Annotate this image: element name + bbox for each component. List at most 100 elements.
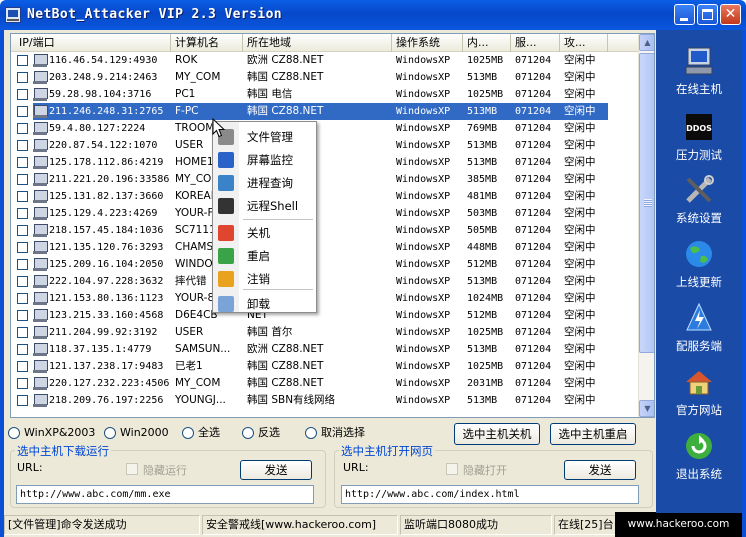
- vertical-scrollbar[interactable]: ▲ ▼: [638, 34, 654, 417]
- computer-icon: [33, 394, 48, 407]
- row-checkbox[interactable]: [17, 140, 28, 151]
- toolbar-computer[interactable]: 在线主机: [656, 45, 742, 105]
- col-memory[interactable]: 内...: [463, 34, 511, 52]
- radio-button[interactable]: [8, 427, 20, 439]
- minimize-button[interactable]: [674, 4, 695, 25]
- row-checkbox[interactable]: [17, 259, 28, 270]
- table-row[interactable]: 220.127.232.223:4506 MY_COM 韩国 CZ88.NET Win…: [11, 375, 638, 392]
- table-row[interactable]: 59.4.80.127:2224 TROOM- WindowsXP 769MB 0712…: [11, 120, 638, 137]
- scroll-thumb[interactable]: [639, 53, 654, 353]
- hide-run-checkbox[interactable]: [126, 463, 138, 475]
- cell-atk: 空闲中: [564, 360, 596, 372]
- table-row[interactable]: 220.87.54.122:1070USERNETWindowsXP513MB0…: [11, 137, 638, 154]
- toolbar-globe[interactable]: 上线更新: [656, 238, 742, 298]
- table-row[interactable]: 218.157.45.184:1036SC7111NETWindowsXP505…: [11, 222, 638, 239]
- row-checkbox[interactable]: [17, 293, 28, 304]
- table-row[interactable]: 203.248.9.214:2463 MY_COM 韩国 CZ88.NET Windo…: [11, 69, 638, 86]
- col-computer-name[interactable]: 计算机名: [171, 34, 243, 52]
- toolbar-tools[interactable]: 系统设置: [656, 174, 742, 234]
- menu-item-monitor[interactable]: 屏幕监控: [213, 149, 316, 171]
- toolbar-server-config[interactable]: 配服务端: [656, 302, 742, 362]
- row-checkbox[interactable]: [17, 157, 28, 168]
- row-checkbox[interactable]: [17, 208, 28, 219]
- menu-item-logoff[interactable]: 注销: [213, 268, 316, 290]
- table-row[interactable]: 211.246.248.31:2765 F-PC 韩国 CZ88.NET Window…: [11, 103, 638, 120]
- row-checkbox[interactable]: [17, 174, 28, 185]
- table-row[interactable]: 121.153.80.136:1123YOUR-8NETWindowsXP102…: [11, 290, 638, 307]
- table-row[interactable]: 125.131.82.137:3660KOREAN司WindowsXP481MB…: [11, 188, 638, 205]
- table-row[interactable]: 218.209.76.197:2256 YOUNGJ... 韩国 SBN有线网络 Wi…: [11, 392, 638, 409]
- restart-selected-button[interactable]: 选中主机重启: [550, 423, 636, 445]
- row-checkbox[interactable]: [17, 191, 28, 202]
- col-service[interactable]: 服...: [511, 34, 560, 52]
- radio-button[interactable]: [242, 427, 254, 439]
- menu-item-label: 文件管理: [247, 130, 293, 144]
- scroll-down-button[interactable]: ▼: [639, 400, 654, 417]
- row-checkbox[interactable]: [17, 276, 28, 287]
- table-row[interactable]: 121.137.238.17:9483 已老1 韩国 CZ88.NET Windows…: [11, 358, 638, 375]
- radio-button[interactable]: [182, 427, 194, 439]
- shutdown-selected-button[interactable]: 选中主机关机: [454, 423, 540, 445]
- open-url-input[interactable]: http://www.abc.com/index.html: [341, 485, 639, 504]
- col-region[interactable]: 所在地域: [243, 34, 392, 52]
- row-checkbox[interactable]: [17, 225, 28, 236]
- col-os[interactable]: 操作系统: [392, 34, 463, 52]
- row-checkbox[interactable]: [17, 361, 28, 372]
- cell-mem: 513MB: [467, 72, 498, 83]
- hide-open-label: 隐藏打开: [463, 464, 507, 477]
- table-row[interactable]: 211.204.99.92:3192 USER 韩国 首尔 WindowsXP 1025…: [11, 324, 638, 341]
- menu-item-shell[interactable]: 远程Shell: [213, 195, 316, 217]
- scroll-up-button[interactable]: ▲: [639, 34, 654, 51]
- row-checkbox[interactable]: [17, 310, 28, 321]
- row-checkbox[interactable]: [17, 106, 28, 117]
- table-row[interactable]: 125.129.4.223:4269YOUR-F司WindowsXP503MB0…: [11, 205, 638, 222]
- hide-open-checkbox[interactable]: [446, 463, 458, 475]
- row-checkbox[interactable]: [17, 123, 28, 134]
- cell-name: USER: [175, 326, 204, 338]
- download-url-input[interactable]: http://www.abc.com/mm.exe: [16, 485, 314, 504]
- maximize-button[interactable]: [697, 4, 718, 25]
- row-checkbox[interactable]: [17, 72, 28, 83]
- table-row[interactable]: 211.221.20.196:33586MY_COMNETWindowsXP38…: [11, 171, 638, 188]
- cell-svc: 071204: [515, 106, 552, 117]
- table-row[interactable]: 125.209.16.104:2050WINDOWNETWindowsXP512…: [11, 256, 638, 273]
- table-row[interactable]: 222.104.97.228:3632摔代错NETWindowsXP513MB0…: [11, 273, 638, 290]
- cell-ip: 220.87.54.122:1070: [49, 140, 158, 151]
- col-ip[interactable]: IP/端口: [11, 34, 171, 52]
- table-row[interactable]: 121.135.120.76:3293CHAMSANETWindowsXP448…: [11, 239, 638, 256]
- table-row[interactable]: 59.28.98.104:3716 PC1 韩国 电信 WindowsXP 1025MB…: [11, 86, 638, 103]
- open-send-button[interactable]: 发送: [564, 460, 636, 480]
- menu-item-uninstall[interactable]: 卸载: [213, 293, 316, 315]
- table-row[interactable]: 123.215.33.160:4568 D6E4CB NET WindowsXP 512…: [11, 307, 638, 324]
- radio-button[interactable]: [305, 427, 317, 439]
- col-attack[interactable]: 攻...: [560, 34, 608, 52]
- cell-region: 欧洲 CZ88.NET: [247, 54, 324, 66]
- toolbar-exit[interactable]: 退出系统: [656, 430, 742, 490]
- row-checkbox[interactable]: [17, 242, 28, 253]
- table-row[interactable]: 118.37.135.1:4779 SAMSUN... 欧洲 CZ88.NET Win…: [11, 341, 638, 358]
- toolbar-ddos[interactable]: DDOS 压力测试: [656, 111, 742, 171]
- power-icon: [218, 225, 234, 241]
- row-checkbox[interactable]: [17, 327, 28, 338]
- row-checkbox[interactable]: [17, 344, 28, 355]
- cell-name: MY_COM: [175, 377, 221, 389]
- row-checkbox[interactable]: [17, 55, 28, 66]
- table-row[interactable]: 125.178.112.86:4219HOME1-NETWindowsXP513…: [11, 154, 638, 171]
- cell-ip: 59.4.80.127:2224: [49, 123, 146, 134]
- row-checkbox[interactable]: [17, 378, 28, 389]
- host-list[interactable]: IP/端口 计算机名 所在地域 操作系统 内... 服... 攻... 116.…: [10, 33, 655, 418]
- download-send-button[interactable]: 发送: [240, 460, 312, 480]
- menu-item-power[interactable]: 关机: [213, 222, 316, 244]
- cell-mem: 1024MB: [467, 293, 504, 304]
- row-checkbox[interactable]: [17, 89, 28, 100]
- table-row[interactable]: 116.46.54.129:4930 ROK 欧洲 CZ88.NET WindowsX…: [11, 52, 638, 69]
- cell-svc: 071204: [515, 174, 552, 185]
- radio-button[interactable]: [104, 427, 116, 439]
- row-checkbox[interactable]: [17, 395, 28, 406]
- toolbar-home[interactable]: 官方网站: [656, 366, 742, 426]
- menu-item-process[interactable]: 进程查询: [213, 172, 316, 194]
- menu-item-folder[interactable]: 文件管理: [213, 126, 316, 148]
- cell-mem: 1025MB: [467, 89, 504, 100]
- menu-item-restart[interactable]: 重启: [213, 245, 316, 267]
- close-button[interactable]: ✕: [720, 4, 741, 25]
